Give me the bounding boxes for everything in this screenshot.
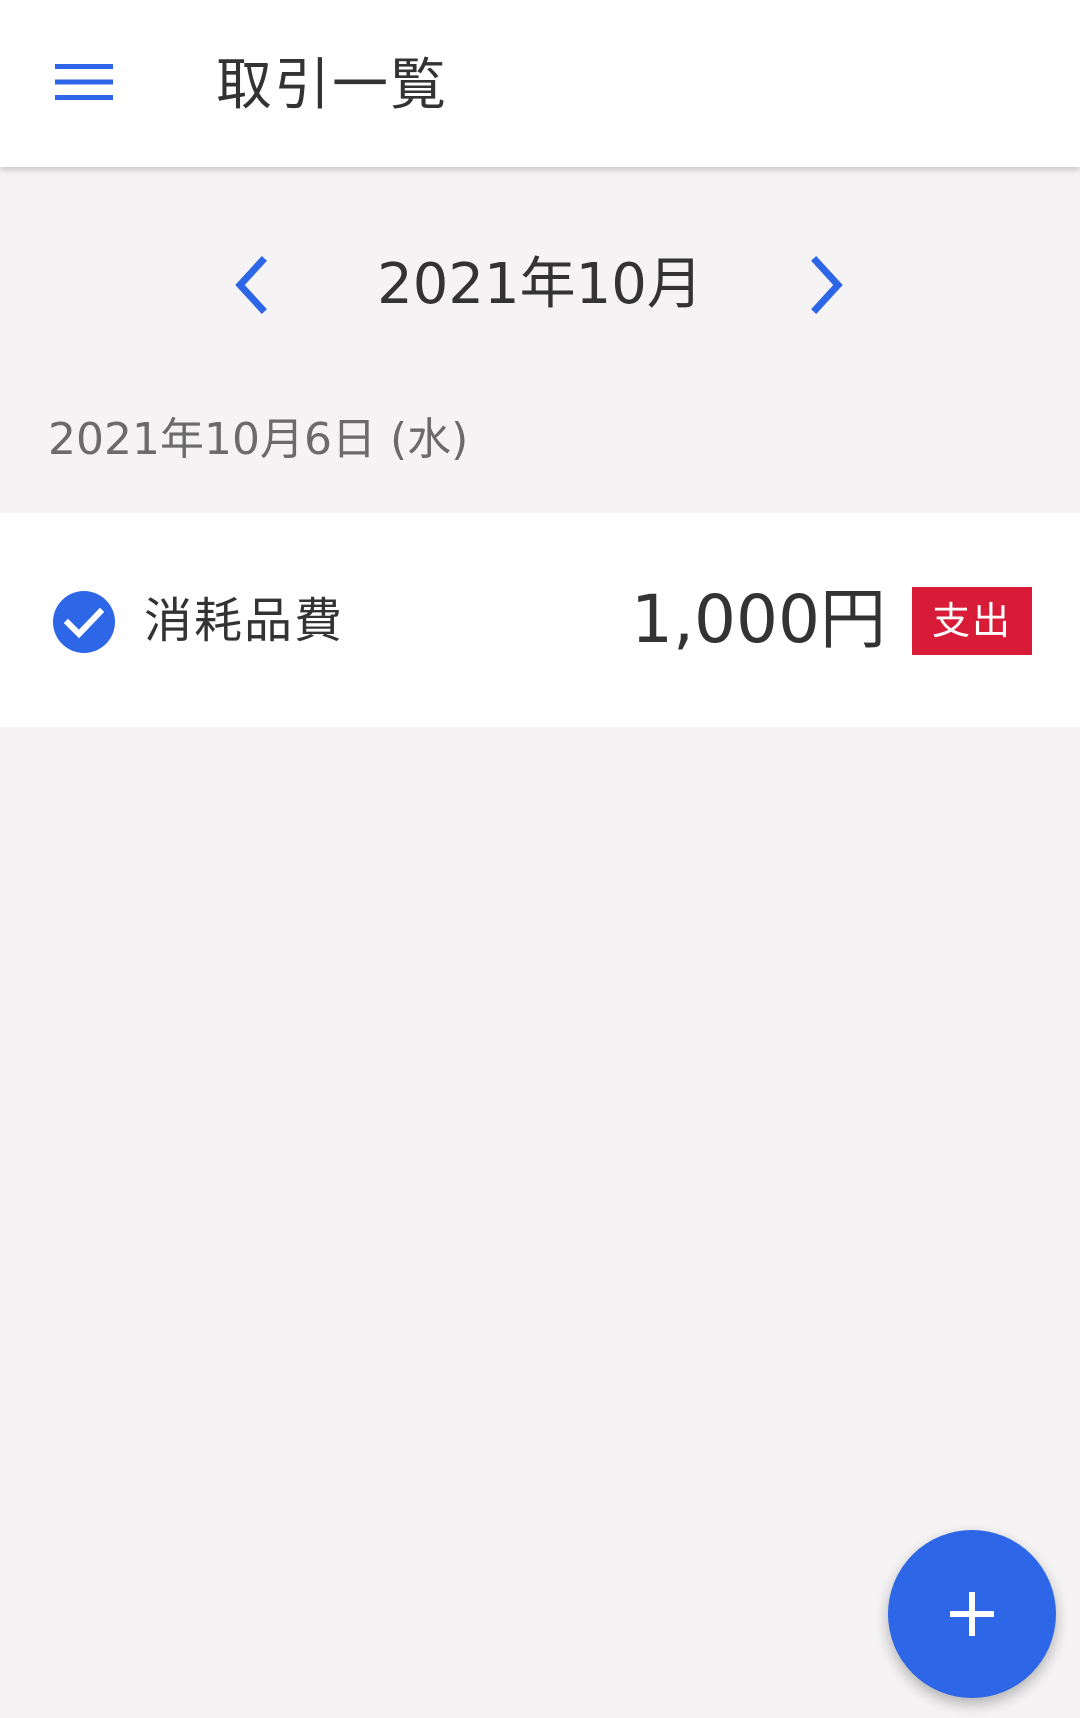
menu-button[interactable] — [40, 46, 128, 118]
month-navigation: 2021年10月 — [0, 167, 1080, 397]
add-transaction-button[interactable] — [888, 1530, 1056, 1698]
plus-icon — [950, 1592, 994, 1636]
transaction-row[interactable]: 消耗品費 1,000円 支出 — [0, 513, 1080, 727]
check-circle-icon — [53, 591, 115, 653]
transaction-amount: 1,000円 — [631, 581, 886, 658]
next-month-button[interactable] — [788, 245, 868, 325]
app-bar: 取引一覧 — [0, 0, 1080, 167]
transaction-type-badge: 支出 — [912, 587, 1032, 655]
previous-month-button[interactable] — [210, 245, 290, 325]
menu-icon — [55, 64, 113, 100]
chevron-left-icon — [235, 256, 267, 314]
transaction-category: 消耗品費 — [144, 593, 345, 649]
day-header: 2021年10月6日 (水) — [48, 414, 469, 465]
current-month-label: 2021年10月 — [377, 252, 703, 317]
page-title: 取引一覧 — [216, 53, 448, 118]
chevron-right-icon — [811, 256, 843, 314]
